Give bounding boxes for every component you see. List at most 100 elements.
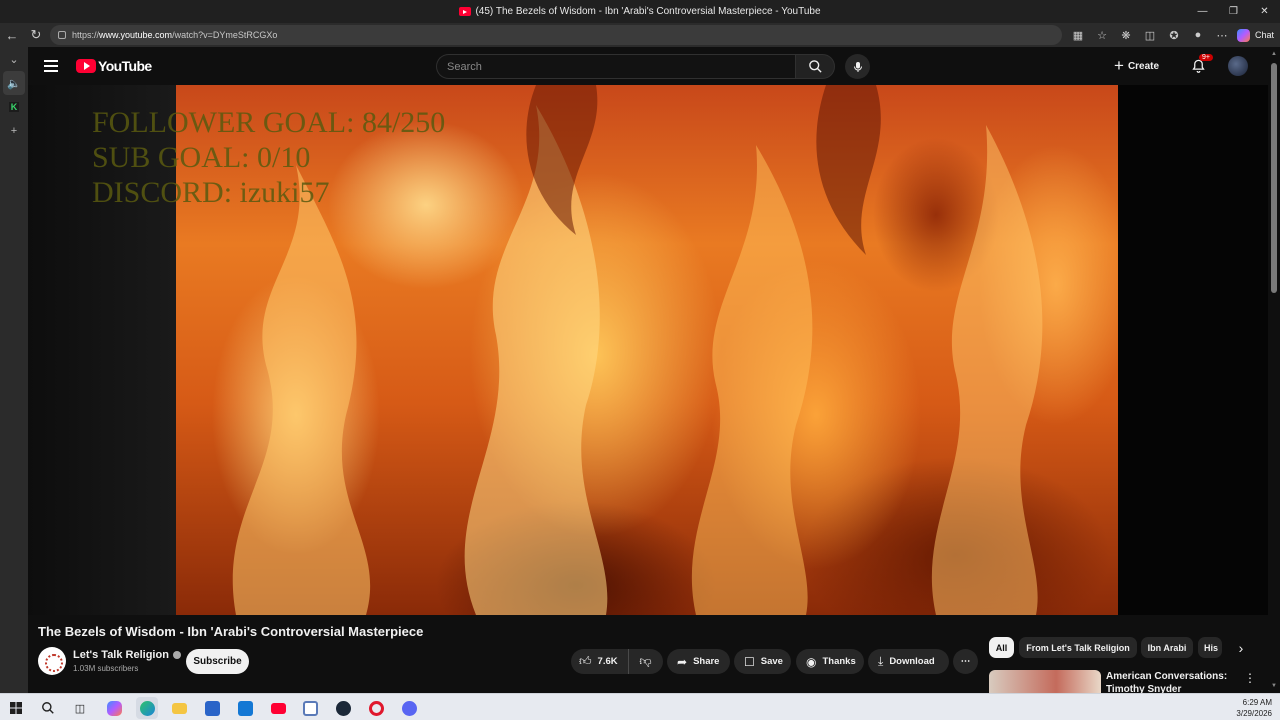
subscriber-count: 1.03M subscribers [73,664,139,673]
task-view-icon[interactable]: ◫ [69,697,91,719]
notifications-button[interactable]: 9+ [1188,54,1213,76]
video-player[interactable]: FOLLOWER GOAL: 84/250 SUB GOAL: 0/10 DIS… [28,85,1268,615]
copilot-taskbar-icon[interactable] [103,697,125,719]
collapse-tabs-icon[interactable]: ⌄ [0,47,28,71]
chevron-right-icon[interactable]: › [1232,639,1250,657]
youtube-play-icon [76,59,96,73]
photo-app-icon[interactable] [299,697,321,719]
new-tab-icon[interactable]: + [0,119,28,143]
scrollbar-thumb[interactable] [1271,63,1277,293]
kick-icon: K [9,102,19,112]
favorites-icon[interactable]: ✪ [1162,23,1186,47]
address-toolbar: ← ↻ https://www.youtube.com/watch?v=DYme… [0,23,1280,47]
related-more-icon[interactable]: ⋮ [1244,671,1256,685]
sub-goal-text: SUB GOAL: 0/10 [92,141,311,174]
kick-tab[interactable]: K [0,95,28,119]
youtube-tab-icon [459,7,472,16]
url-path: /watch?v=DYmeStRCGXo [172,30,278,40]
menu-icon[interactable] [44,60,58,72]
search-button[interactable] [795,54,835,79]
windows-start-icon[interactable] [5,697,27,719]
scroll-down-icon[interactable]: ▼ [1271,683,1277,689]
like-button[interactable]: 👍︎ 7.6K [571,649,629,674]
discord-text: DISCORD: izuki57 [92,176,330,209]
browser-toolbar-icons: ▦ ☆ ❋ ◫ ✪ ● ⋯ [1066,23,1234,47]
outlook-icon[interactable] [234,697,256,719]
profile-icon[interactable]: ● [1186,23,1210,47]
chip-his[interactable]: His [1198,637,1222,658]
app-available-icon[interactable]: ▦ [1066,23,1090,47]
file-explorer-icon[interactable] [168,697,190,719]
youtube-taskbar-icon[interactable] [267,697,289,719]
channel-name: Let's Talk Religion [73,649,169,661]
split-screen-icon[interactable]: ◫ [1138,23,1162,47]
window-title: (45) The Bezels of Wisdom - Ibn 'Arabi's… [475,6,821,17]
search-icon [808,60,822,73]
favorite-star-icon[interactable]: ☆ [1090,23,1114,47]
windows-taskbar: ◫ 6:29 AM 3/29/2026 [0,693,1280,720]
like-count: 7.6K [597,656,618,667]
channel-avatar[interactable] [38,647,66,675]
download-icon: ⤓ [878,654,884,668]
youtube-wordmark: YouTube [98,58,152,74]
opera-icon[interactable] [365,697,387,719]
more-actions-button[interactable]: ⋯ [953,649,978,674]
restore-button[interactable]: ❐ [1218,0,1249,23]
chip-all[interactable]: All [989,637,1014,658]
chat-label: Chat [1254,30,1274,40]
related-video-title[interactable]: American Conversations: Timothy Snyder [1106,670,1236,693]
copilot-chat-button[interactable]: Chat [1236,26,1274,44]
edge-taskbar-icon[interactable] [136,697,158,719]
scroll-up-icon[interactable]: ▲ [1271,51,1277,57]
close-window-button[interactable]: ✕ [1249,0,1280,23]
download-label: Download [889,656,935,667]
page-scrollbar[interactable]: ▲ ▼ [1268,47,1280,693]
mic-icon [853,61,862,72]
save-button[interactable]: ☐ Save [734,649,791,674]
plus-icon: + [1114,56,1124,75]
discord-icon[interactable] [398,697,420,719]
extensions-icon[interactable]: ❋ [1114,23,1138,47]
minimize-button[interactable]: — [1187,0,1218,23]
share-icon: ➦ [677,654,688,669]
lock-icon [58,31,66,39]
chip-from-channel[interactable]: From Let's Talk Religion [1019,637,1137,658]
youtube-header: YouTube Search + Create 9+ [28,47,1268,85]
dislike-button[interactable]: 👎︎ [629,649,662,674]
video-right-pane [1118,85,1268,615]
notification-badge: 9+ [1199,54,1213,61]
url-field[interactable]: https://www.youtube.com/watch?v=DYmeStRC… [50,25,1062,45]
related-video-thumbnail[interactable] [989,670,1101,693]
taskbar-search-icon[interactable] [37,697,59,719]
save-icon: ☐ [744,654,755,669]
browser-title-bar: (45) The Bezels of Wisdom - Ibn 'Arabi's… [0,0,1280,23]
video-title: The Bezels of Wisdom - Ibn 'Arabi's Cont… [38,624,424,639]
search-input[interactable]: Search [436,54,795,79]
youtube-logo[interactable]: YouTube [76,58,152,74]
refresh-icon[interactable]: ↻ [24,23,48,47]
audio-tab-icon[interactable]: 🔈 [3,71,25,95]
window-controls: — ❐ ✕ [1187,0,1280,23]
chip-ibn-arabi[interactable]: Ibn Arabi [1141,637,1193,658]
more-icon: ⋯ [960,656,971,667]
thanks-button[interactable]: ◉ Thanks [796,649,864,674]
share-button[interactable]: ➦ Share [667,649,730,674]
steam-icon[interactable] [332,697,354,719]
voice-search-button[interactable] [845,54,870,79]
follower-goal-text: FOLLOWER GOAL: 84/250 [92,106,446,139]
create-button[interactable]: + Create [1114,55,1159,77]
account-avatar[interactable] [1228,56,1248,76]
download-button[interactable]: ⤓ Download [868,649,949,674]
dislike-icon: 👎︎ [639,654,652,668]
create-label: Create [1127,60,1160,72]
channel-name-link[interactable]: Let's Talk Religion [73,649,181,661]
store-icon[interactable] [201,697,223,719]
clock-time: 6:29 AM [1242,698,1272,707]
system-clock[interactable]: 6:29 AM 3/29/2026 [1236,697,1272,719]
settings-more-icon[interactable]: ⋯ [1210,23,1234,47]
back-icon[interactable]: ← [0,23,24,47]
subscribe-button[interactable]: Subscribe [186,649,249,674]
copilot-icon [1236,28,1250,42]
url-host: www.youtube.com [99,30,173,40]
save-label: Save [760,656,783,667]
